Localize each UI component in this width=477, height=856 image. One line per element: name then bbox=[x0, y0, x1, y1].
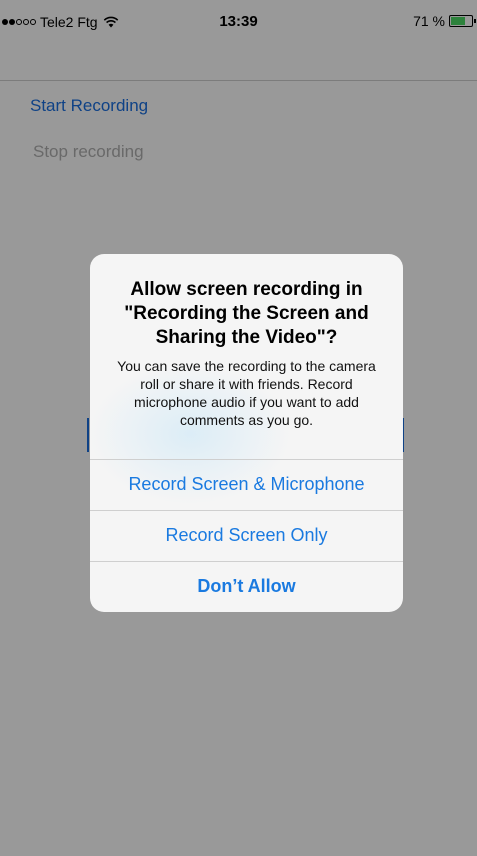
dont-allow-button[interactable]: Don’t Allow bbox=[90, 561, 403, 611]
record-screen-and-microphone-button[interactable]: Record Screen & Microphone bbox=[90, 459, 403, 509]
alert-title: Allow screen recording in "Recording the… bbox=[124, 279, 369, 348]
alert-message: You can save the recording to the camera… bbox=[117, 358, 376, 428]
permission-alert: Allow screen recording in "Recording the… bbox=[90, 254, 403, 612]
alert-content: Allow screen recording in "Recording the… bbox=[90, 254, 403, 459]
record-screen-only-button[interactable]: Record Screen Only bbox=[90, 510, 403, 560]
